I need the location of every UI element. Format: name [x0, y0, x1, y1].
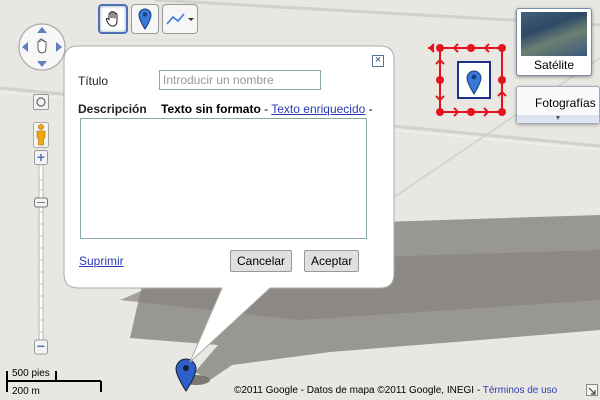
edit-placemark-dialog: × Título Descripción Texto sin formato -…	[64, 46, 394, 288]
pan-control[interactable]	[17, 22, 67, 72]
chevron-down-icon[interactable]: ▼	[517, 115, 599, 123]
marker-edit-handles[interactable]	[428, 38, 514, 124]
scale-metric-label: 200 m	[12, 386, 40, 397]
copyright-footer: ©2011 Google - Datos de mapa ©2011 Googl…	[234, 385, 557, 396]
reset-view-button[interactable]	[33, 94, 49, 110]
title-input[interactable]	[159, 70, 321, 90]
photos-layer-button[interactable]: Fotografías ▼	[516, 86, 600, 124]
photos-label: Fotografías	[535, 96, 596, 110]
satellite-thumbnail	[521, 12, 587, 56]
scale-imperial-label: 500 pies	[12, 368, 50, 379]
zoom-out-button[interactable]: −	[34, 339, 48, 354]
scale-bar: 500 pies 200 m	[6, 364, 106, 398]
hand-icon	[105, 10, 118, 27]
line-icon	[166, 13, 194, 25]
satellite-map-type-button[interactable]: Satélite	[516, 8, 592, 76]
corner-resize-icon[interactable]	[586, 384, 598, 396]
delete-link[interactable]: Suprimir	[79, 254, 124, 268]
cancel-button[interactable]: Cancelar	[230, 250, 293, 272]
circle-icon	[36, 97, 46, 107]
zoom-in-button[interactable]: +	[34, 150, 48, 164]
description-label: Descripción	[78, 102, 147, 116]
terms-link[interactable]: Términos de uso	[483, 385, 557, 396]
copyright-text: ©2011 Google - Datos de mapa ©2011 Googl…	[234, 385, 483, 396]
accept-button[interactable]: Aceptar	[304, 250, 360, 272]
zoom-slider[interactable]	[34, 150, 48, 360]
plain-text-option[interactable]: Texto sin formato	[161, 102, 261, 116]
satellite-label: Satélite	[533, 58, 575, 72]
marker-tool-button[interactable]	[131, 4, 159, 34]
format-trailing-separator: -	[365, 102, 373, 116]
placed-marker-icon[interactable]	[175, 358, 197, 392]
rich-text-link[interactable]: Texto enriquecido	[271, 102, 365, 116]
hand-tool-button[interactable]	[98, 4, 128, 34]
line-tool-button[interactable]	[162, 4, 198, 34]
close-icon[interactable]: ×	[372, 55, 384, 67]
format-separator: -	[260, 102, 272, 116]
title-label: Título	[78, 74, 109, 88]
marker-icon	[138, 8, 152, 30]
pegman-icon[interactable]	[33, 122, 49, 148]
edit-toolbar	[98, 4, 198, 34]
format-options: Texto sin formato - Texto enriquecido -	[161, 102, 393, 116]
description-textarea[interactable]	[80, 118, 367, 239]
chevron-down-icon	[188, 18, 194, 21]
